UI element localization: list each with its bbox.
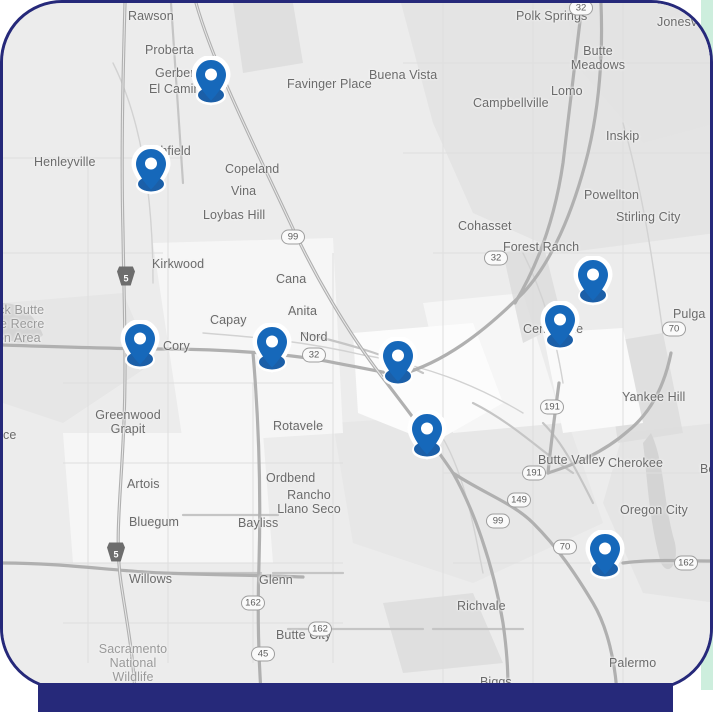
map-pin-icon[interactable] <box>189 56 233 106</box>
highway-shield-icon: 162 <box>674 555 698 571</box>
highway-shield-icon: 162 <box>241 595 265 611</box>
bottom-action-bar[interactable] <box>38 683 673 712</box>
map-screen: Rawson Polk Springs Jonesville Proberta Butt… <box>0 0 713 712</box>
map-pin-icon[interactable] <box>583 530 627 580</box>
map-pin-icon[interactable] <box>571 256 615 306</box>
highway-shield-icon: 191 <box>522 465 546 481</box>
highway-shield-icon: 32 <box>484 250 508 266</box>
map-base-layer <box>3 3 710 687</box>
map-pin-icon[interactable] <box>538 301 582 351</box>
highway-shield-icon: 32 <box>569 3 593 16</box>
highway-shield-icon: 99 <box>486 513 510 529</box>
highway-shield-icon: 99 <box>281 229 305 245</box>
map-frame: Rawson Polk Springs Jonesville Proberta Butt… <box>0 0 713 690</box>
map-pin-icon[interactable] <box>118 320 162 370</box>
highway-shield-icon: 162 <box>308 621 332 637</box>
highway-shield-icon: 149 <box>507 492 531 508</box>
highway-shield-icon: 32 <box>302 347 326 363</box>
map-pin-icon[interactable] <box>376 337 420 387</box>
map-pin-icon[interactable] <box>250 323 294 373</box>
map-pin-icon[interactable] <box>405 410 449 460</box>
highway-shield-icon: 70 <box>662 321 686 337</box>
highway-shield-icon: 191 <box>540 399 564 415</box>
highway-shield-icon: 70 <box>553 539 577 555</box>
map-canvas[interactable]: Rawson Polk Springs Jonesville Proberta Butt… <box>3 3 710 687</box>
map-pin-icon[interactable] <box>129 145 173 195</box>
highway-shield-icon: 45 <box>251 646 275 662</box>
